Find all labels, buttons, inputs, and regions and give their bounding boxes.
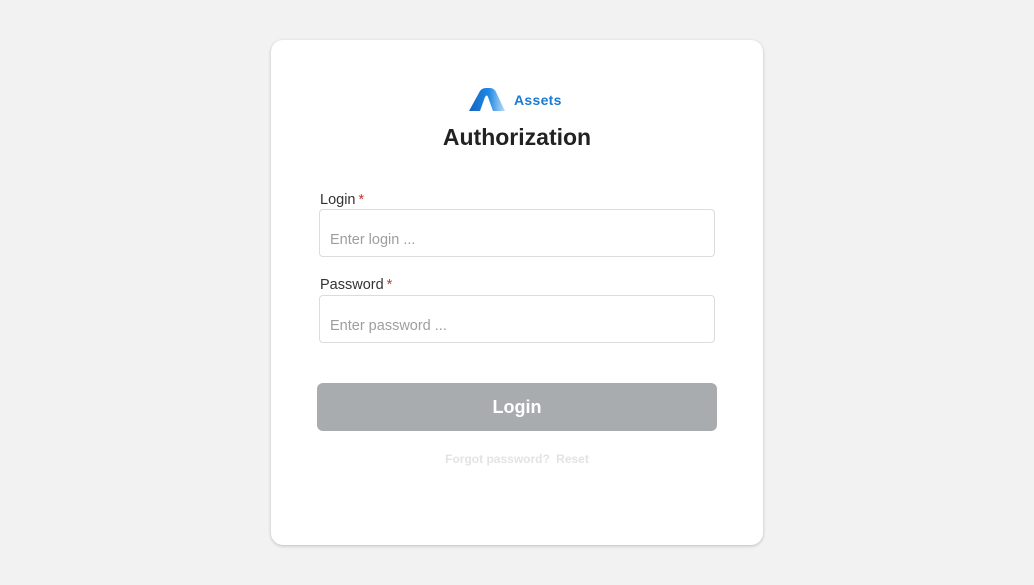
forgot-password-row: Forgot password? Reset <box>271 452 763 466</box>
login-button[interactable]: Login <box>317 383 717 431</box>
required-marker: * <box>358 192 365 208</box>
password-input[interactable] <box>319 295 715 343</box>
page-title: Authorization <box>442 124 592 150</box>
password-label: Password * <box>320 277 392 293</box>
brand-name: Assets <box>514 92 562 108</box>
brand: Assets <box>469 88 562 112</box>
required-marker: * <box>386 277 393 293</box>
login-input[interactable] <box>319 209 715 257</box>
auth-card: Assets Authorization Login* Password* Lo… <box>271 40 763 545</box>
mountain-logo-icon <box>469 88 505 112</box>
password-label-text: Password <box>320 277 384 293</box>
login-label: Login * <box>320 192 364 208</box>
forgot-password-text: Forgot password? <box>445 452 550 466</box>
reset-link[interactable]: Reset <box>556 452 589 466</box>
login-label-text: Login <box>320 192 356 208</box>
